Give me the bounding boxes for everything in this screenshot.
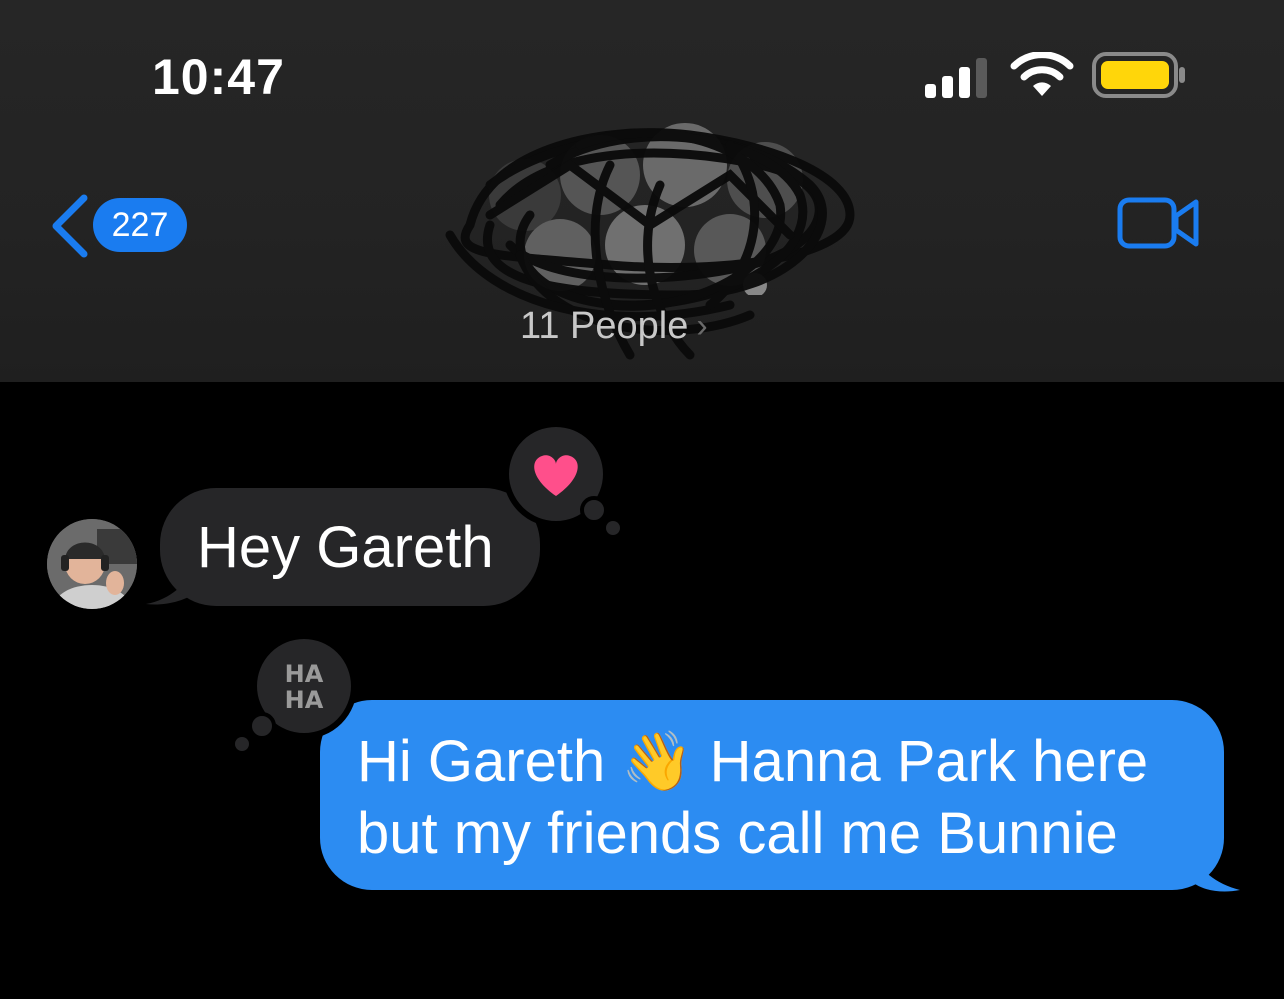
group-people-count: 11 People xyxy=(520,305,689,347)
svg-text:HA: HA xyxy=(285,660,324,688)
status-time: 10:47 xyxy=(152,49,285,105)
avatar[interactable] xyxy=(47,519,137,609)
chevron-right-icon: › xyxy=(696,307,708,345)
back-chevron-icon[interactable] xyxy=(48,194,90,258)
video-call-icon[interactable] xyxy=(1116,196,1202,252)
outgoing-message-text: Hi Gareth 👋 Hanna Park here but my frien… xyxy=(357,726,1197,870)
heart-icon[interactable] xyxy=(500,420,630,540)
avatar-photo xyxy=(47,519,137,609)
group-subtitle[interactable]: 11 People › xyxy=(520,305,760,348)
waving-hand-emoji: 👋 xyxy=(621,729,694,794)
back-unread-count[interactable]: 227 xyxy=(93,198,187,252)
svg-text:HA: HA xyxy=(285,686,324,714)
wifi-icon xyxy=(1010,52,1074,96)
outgoing-text-part-1: Hi Gareth xyxy=(357,729,606,794)
battery-icon xyxy=(1092,52,1185,98)
cellular-signal-icon xyxy=(925,58,987,98)
incoming-message-text: Hey Gareth xyxy=(197,515,494,580)
haha-icon[interactable]: HA HA xyxy=(228,632,358,752)
